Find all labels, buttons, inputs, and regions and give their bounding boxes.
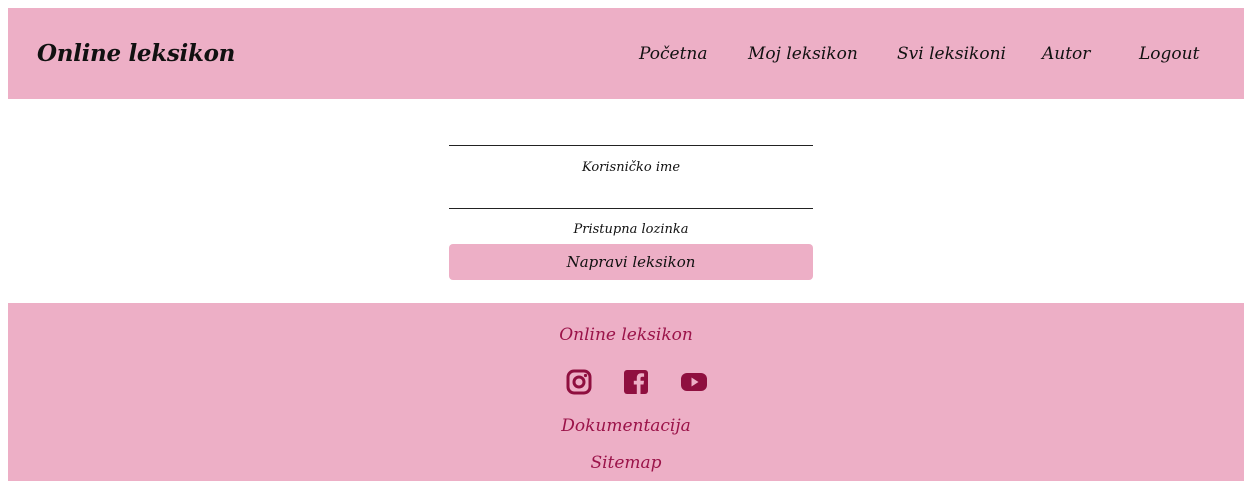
username-input[interactable] xyxy=(449,145,813,159)
nav-link-moj-leksikon[interactable]: Moj leksikon xyxy=(748,44,858,64)
documentation-link[interactable]: Dokumentacija xyxy=(8,416,1244,436)
username-field-group: Korisničko ime xyxy=(449,142,813,202)
nav-link-autor[interactable]: Autor xyxy=(1042,44,1090,64)
social-links xyxy=(8,368,1244,396)
password-field-group: Pristupna lozinka xyxy=(449,205,813,243)
username-label: Korisničko ime xyxy=(581,160,681,175)
sitemap-link[interactable]: Sitemap xyxy=(8,453,1244,473)
nav-link-logout[interactable]: Logout xyxy=(1139,44,1199,64)
site-header: Online leksikon Početna Moj leksikon Svi… xyxy=(8,8,1244,99)
page: Online leksikon Početna Moj leksikon Svi… xyxy=(0,0,1244,481)
youtube-icon[interactable] xyxy=(680,368,708,396)
facebook-icon[interactable] xyxy=(622,368,650,396)
main-nav: Početna Moj leksikon Svi leksikoni Autor… xyxy=(8,44,1244,68)
password-label: Pristupna lozinka xyxy=(573,222,689,237)
nav-link-pocetna[interactable]: Početna xyxy=(639,44,707,64)
instagram-icon[interactable] xyxy=(565,368,593,396)
footer-title: Online leksikon xyxy=(559,325,693,345)
create-lexicon-form: Korisničko ime Pristupna lozinka Napravi… xyxy=(449,142,813,282)
nav-link-svi-leksikoni[interactable]: Svi leksikoni xyxy=(897,44,1006,64)
site-footer: Online leksikon Dokumentacija Sitemap xyxy=(8,303,1244,481)
create-lexicon-button[interactable]: Napravi leksikon xyxy=(449,244,813,280)
password-input[interactable] xyxy=(449,208,813,222)
